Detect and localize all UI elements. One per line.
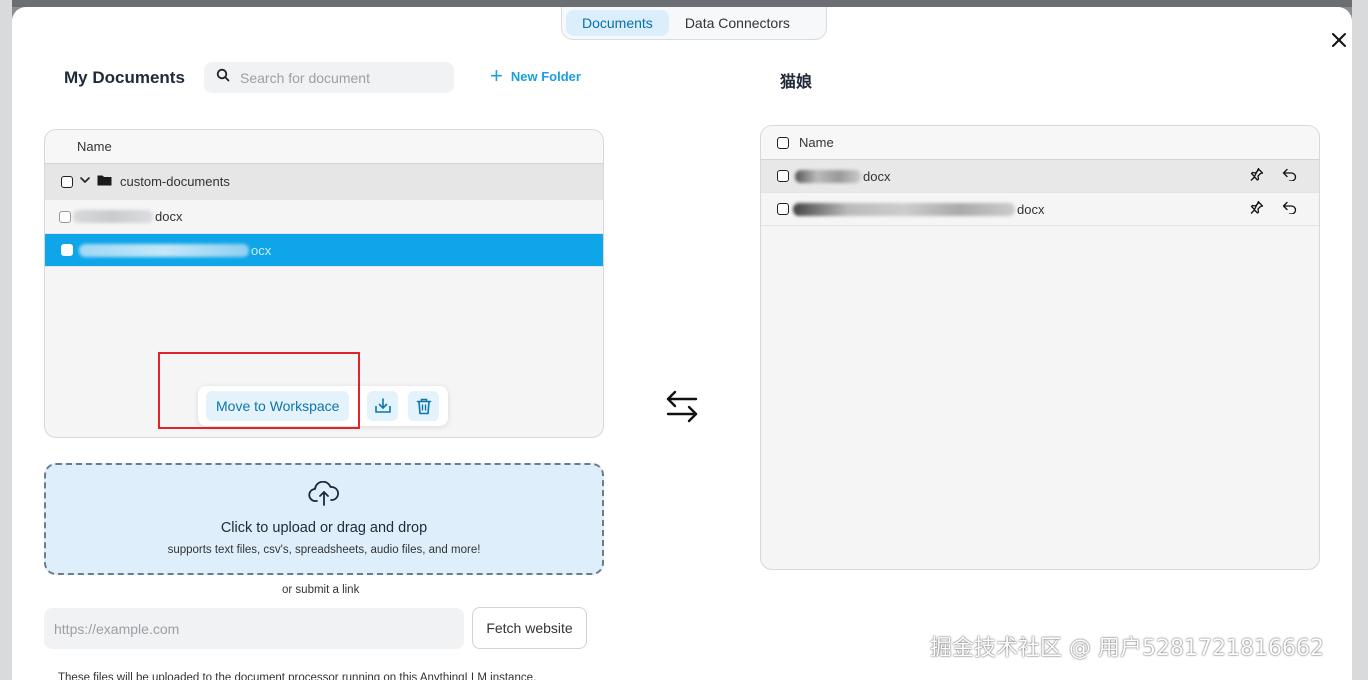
- selection-action-bar: Move to Workspace: [198, 386, 448, 426]
- or-submit-link-label: or submit a link: [282, 584, 360, 596]
- redacted-filename: [79, 243, 249, 257]
- url-input[interactable]: [44, 608, 464, 649]
- move-to-workspace-button[interactable]: Move to Workspace: [206, 391, 350, 421]
- backdrop-right: [1352, 0, 1368, 680]
- folder-row[interactable]: custom-documents: [45, 164, 603, 200]
- footer-note: These files will be uploaded to the docu…: [58, 672, 537, 680]
- cloud-upload-icon: [308, 480, 340, 512]
- trash-icon[interactable]: [408, 391, 440, 421]
- file-checkbox[interactable]: [59, 210, 71, 223]
- backdrop-left: [0, 0, 12, 680]
- file-name-suffix: ocx: [251, 242, 272, 258]
- overlay-top-strip: [0, 0, 1368, 7]
- file-checkbox-checked[interactable]: [61, 244, 73, 256]
- folder-checkbox[interactable]: [61, 175, 73, 188]
- folder-icon: [97, 174, 112, 189]
- undo-icon[interactable]: [1282, 168, 1297, 184]
- fetch-website-button[interactable]: Fetch website: [472, 607, 587, 649]
- close-icon[interactable]: [1328, 29, 1350, 51]
- tab-bar: Documents Data Connectors: [561, 7, 827, 40]
- undo-icon[interactable]: [1282, 201, 1297, 217]
- tab-data-connectors[interactable]: Data Connectors: [669, 10, 806, 36]
- search-icon: [216, 68, 230, 87]
- watermark: 掘金技术社区 @ 用户5281721816662: [930, 636, 1324, 661]
- upload-subtitle: supports text files, csv's, spreadsheets…: [167, 544, 481, 556]
- file-checkbox[interactable]: [777, 203, 789, 215]
- new-folder-label: New Folder: [510, 68, 581, 84]
- name-column-header: Name: [799, 135, 834, 150]
- search-box[interactable]: [204, 62, 454, 93]
- chevron-down-icon[interactable]: [79, 174, 91, 189]
- redacted-filename: [795, 169, 861, 183]
- folder-name: custom-documents: [120, 174, 230, 189]
- workspace-file-row[interactable]: docx: [761, 193, 1319, 226]
- workspace-table-header: Name: [761, 126, 1319, 160]
- my-documents-title: My Documents: [64, 68, 185, 87]
- file-name-suffix: docx: [863, 168, 891, 184]
- file-name-suffix: docx: [1017, 201, 1045, 217]
- file-name-suffix: docx: [155, 209, 183, 224]
- upload-dropzone[interactable]: Click to upload or drag and drop support…: [44, 463, 604, 575]
- file-row[interactable]: docx: [45, 200, 603, 234]
- tab-documents[interactable]: Documents: [566, 10, 669, 36]
- new-folder-button[interactable]: + New Folder: [490, 63, 581, 88]
- search-input[interactable]: [240, 69, 440, 86]
- redacted-filename: [73, 210, 153, 223]
- workspace-title: 猫娘: [780, 74, 813, 91]
- plus-icon: +: [490, 63, 503, 88]
- name-column-header: Name: [77, 139, 112, 154]
- file-row-selected[interactable]: ocx: [45, 234, 603, 267]
- file-checkbox[interactable]: [777, 170, 789, 182]
- documents-table-header: Name: [45, 130, 603, 164]
- embed-tray-icon[interactable]: [367, 391, 399, 421]
- select-all-checkbox[interactable]: [777, 136, 789, 149]
- pin-icon[interactable]: [1249, 200, 1264, 218]
- upload-title: Click to upload or drag and drop: [220, 520, 428, 536]
- workspace-file-row[interactable]: docx: [761, 160, 1319, 193]
- swap-arrows-icon: [664, 388, 700, 429]
- pin-icon[interactable]: [1249, 167, 1264, 185]
- workspace-documents-panel: Name docx docx: [760, 125, 1320, 570]
- redacted-filename: [793, 202, 1015, 216]
